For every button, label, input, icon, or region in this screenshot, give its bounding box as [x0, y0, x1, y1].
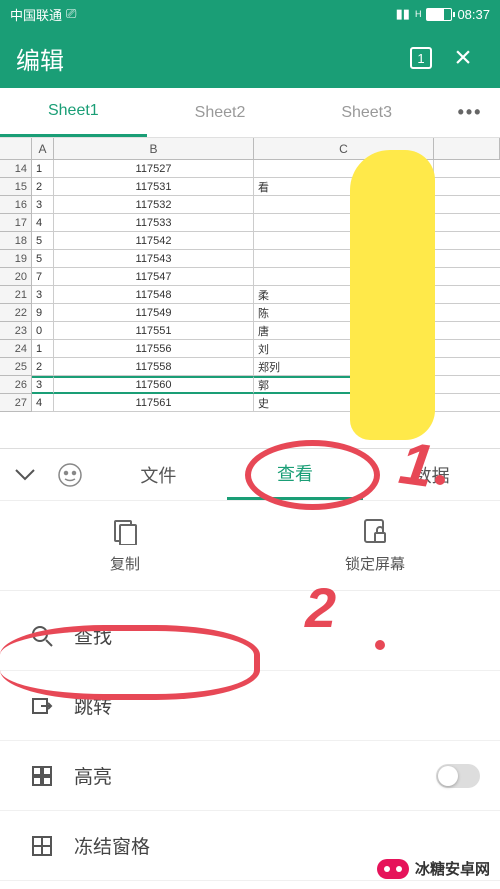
row-number[interactable]: 15 — [0, 178, 32, 196]
sim-icon: ⎚ — [66, 6, 76, 22]
clock: 08:37 — [457, 7, 490, 22]
watermark-text: 冰糖安卓网 — [415, 858, 490, 879]
row-number[interactable]: 14 — [0, 160, 32, 178]
goto-icon — [30, 695, 54, 717]
cell[interactable]: 117527 — [54, 160, 254, 178]
sheet-tab-2[interactable]: Sheet2 — [147, 88, 294, 137]
cell[interactable]: 117551 — [54, 322, 254, 340]
cell[interactable]: 4 — [32, 394, 54, 412]
lock-screen-button[interactable]: 锁定屏幕 — [250, 501, 500, 590]
battery-icon — [426, 8, 452, 21]
highlight-menu-item[interactable]: 高亮 — [0, 741, 500, 811]
bottom-panel: 文件 查看 数据 复制 锁定屏幕 查找 跳转 高亮 — [0, 448, 500, 881]
row-number[interactable]: 23 — [0, 322, 32, 340]
cell[interactable]: 5 — [32, 250, 54, 268]
cell[interactable]: 3 — [32, 376, 54, 394]
col-header-a[interactable]: A — [32, 138, 54, 159]
freeze-icon — [30, 835, 54, 857]
row-number[interactable]: 26 — [0, 376, 32, 394]
freeze-label: 冻结窗格 — [74, 832, 150, 859]
cell[interactable]: 117532 — [54, 196, 254, 214]
cell[interactable]: 1 — [32, 340, 54, 358]
row-number[interactable]: 25 — [0, 358, 32, 376]
copy-label: 复制 — [110, 553, 140, 574]
search-icon — [30, 625, 54, 647]
cell[interactable]: 117542 — [54, 232, 254, 250]
cell[interactable]: 117531 — [54, 178, 254, 196]
panel-tab-bar: 文件 查看 数据 — [0, 449, 500, 501]
more-sheets-button[interactable]: ••• — [440, 88, 500, 137]
sheet-tab-3[interactable]: Sheet3 — [293, 88, 440, 137]
action-row: 复制 锁定屏幕 — [0, 501, 500, 591]
tab-view[interactable]: 查看 — [227, 449, 364, 500]
cell[interactable]: 117556 — [54, 340, 254, 358]
watermark: 冰糖安卓网 — [377, 858, 490, 879]
carrier-label: 中国联通 — [10, 5, 62, 24]
network-icon: H — [415, 9, 422, 19]
cell[interactable]: 117543 — [54, 250, 254, 268]
row-number[interactable]: 21 — [0, 286, 32, 304]
row-number[interactable]: 27 — [0, 394, 32, 412]
cell[interactable]: 117561 — [54, 394, 254, 412]
corner-cell[interactable] — [0, 138, 32, 159]
highlight-toggle[interactable] — [436, 764, 480, 788]
cell[interactable]: 117558 — [54, 358, 254, 376]
goto-menu-item[interactable]: 跳转 — [0, 671, 500, 741]
cell[interactable]: 9 — [32, 304, 54, 322]
row-number[interactable]: 18 — [0, 232, 32, 250]
cell[interactable]: 3 — [32, 196, 54, 214]
copy-button[interactable]: 复制 — [0, 501, 250, 590]
col-header-b[interactable]: B — [54, 138, 254, 159]
find-label: 查找 — [74, 622, 112, 649]
tabs-button[interactable]: 1 — [400, 45, 442, 71]
highlight-icon — [30, 765, 54, 787]
app-header: 编辑 1 × — [0, 28, 500, 88]
watermark-logo-icon — [377, 859, 409, 879]
tab-data[interactable]: 数据 — [363, 449, 500, 500]
row-number[interactable]: 17 — [0, 214, 32, 232]
cell[interactable]: 4 — [32, 214, 54, 232]
page-title: 编辑 — [16, 41, 400, 76]
cell[interactable]: 117547 — [54, 268, 254, 286]
cell[interactable]: 2 — [32, 358, 54, 376]
sheet-tab-bar: Sheet1 Sheet2 Sheet3 ••• — [0, 88, 500, 138]
cell[interactable]: 2 — [32, 178, 54, 196]
lock-label: 锁定屏幕 — [345, 553, 405, 574]
cell[interactable]: 7 — [32, 268, 54, 286]
goto-label: 跳转 — [74, 692, 112, 719]
row-number[interactable]: 24 — [0, 340, 32, 358]
cell[interactable]: 3 — [32, 286, 54, 304]
cell[interactable]: 1 — [32, 160, 54, 178]
row-number[interactable]: 20 — [0, 268, 32, 286]
row-number[interactable]: 19 — [0, 250, 32, 268]
close-button[interactable]: × — [442, 41, 484, 75]
yellow-annotation — [350, 150, 435, 440]
cell[interactable]: 5 — [32, 232, 54, 250]
cell[interactable]: 117549 — [54, 304, 254, 322]
cell[interactable]: 0 — [32, 322, 54, 340]
row-number[interactable]: 16 — [0, 196, 32, 214]
cell[interactable]: 117548 — [54, 286, 254, 304]
signal-icon: ▮▮ — [396, 6, 410, 22]
assistant-icon[interactable] — [50, 462, 90, 488]
highlight-label: 高亮 — [74, 762, 112, 789]
svg-text:1: 1 — [417, 51, 424, 66]
sheet-tab-1[interactable]: Sheet1 — [0, 88, 147, 137]
find-menu-item[interactable]: 查找 — [0, 601, 500, 671]
cell[interactable]: 117560 — [54, 376, 254, 394]
row-number[interactable]: 22 — [0, 304, 32, 322]
status-bar: 中国联通 ⎚ ▮▮ H 08:37 — [0, 0, 500, 28]
collapse-button[interactable] — [0, 468, 50, 482]
tab-file[interactable]: 文件 — [90, 449, 227, 500]
cell[interactable]: 117533 — [54, 214, 254, 232]
